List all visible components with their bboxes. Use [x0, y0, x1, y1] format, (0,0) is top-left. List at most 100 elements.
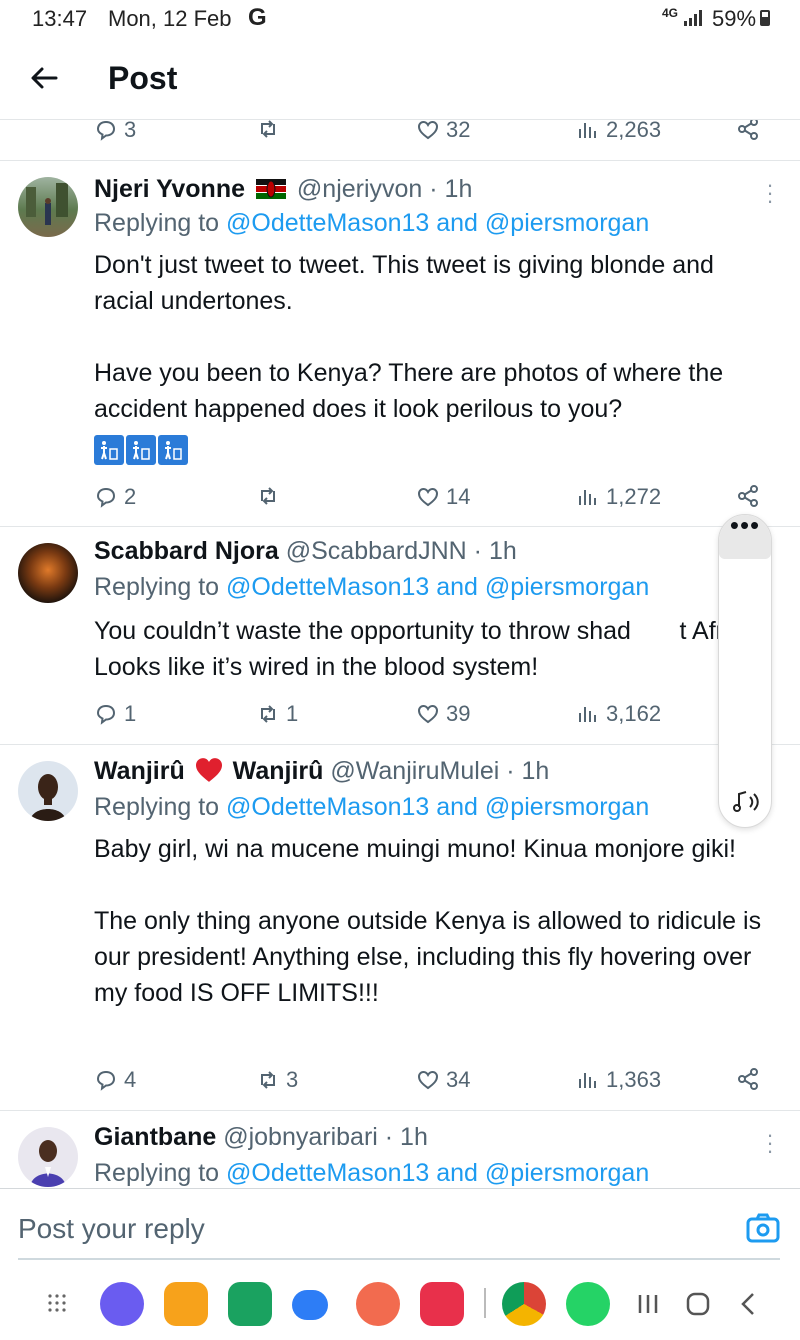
display-name-second[interactable]: Wanjirû [233, 757, 324, 785]
reply-count: 2 [124, 484, 137, 509]
reply-icon [96, 704, 116, 725]
avatar[interactable] [18, 761, 78, 821]
status-bar: 13:47 Mon, 12 Feb G 4G 59% [0, 0, 800, 40]
like-button[interactable]: 14 [416, 484, 470, 510]
reply-divider [18, 1258, 780, 1260]
share-icon [738, 1068, 758, 1090]
recents-icon[interactable] [636, 1292, 660, 1316]
views-button[interactable]: 2,263 [576, 120, 661, 143]
reply-icon [96, 120, 116, 141]
reply-prefix: Replying to [94, 573, 220, 601]
tweet-scabbard-njora[interactable]: Scabbard Njora @ScabbardJNN · 1h Replyin… [0, 526, 800, 744]
views-count: 1,272 [606, 484, 662, 509]
views-icon [579, 707, 596, 722]
replying-to: Replying to @OdetteMason13 and @piersmor… [94, 793, 649, 822]
like-button[interactable]: 39 [416, 701, 470, 727]
battery-icon [760, 10, 770, 26]
avatar[interactable] [18, 1127, 78, 1187]
screen-recorder-app-icon[interactable] [420, 1282, 464, 1326]
reply-mentions[interactable]: @OdetteMason13 and @piersmorgan [226, 1159, 649, 1187]
tweet-text: Don't just tweet to tweet. This tweet is… [94, 251, 724, 423]
more-icon[interactable]: · · · [760, 174, 780, 212]
repost-button[interactable] [256, 120, 280, 141]
reply-prefix: Replying to [94, 793, 220, 821]
status-date: Mon, 12 Feb [108, 6, 232, 31]
music-sound-icon[interactable] [729, 785, 763, 819]
repost-button[interactable]: 3 [256, 1067, 298, 1093]
share-button[interactable] [736, 120, 760, 141]
display-name[interactable]: Wanjirû [94, 757, 185, 785]
tweet-header: Njeri Yvonne @njeriyvon · 1h [94, 175, 472, 204]
share-icon [738, 485, 758, 507]
phone-app-icon[interactable] [228, 1282, 272, 1326]
reply-count: 3 [124, 120, 137, 142]
parent-tweet-actions: 3 32 2,263 [0, 120, 800, 147]
views-count: 2,263 [606, 120, 662, 142]
share-button[interactable] [736, 484, 760, 508]
reply-input[interactable]: Post your reply [18, 1213, 205, 1245]
like-count: 39 [446, 701, 471, 726]
tweet-njeri-yvonne[interactable]: Njeri Yvonne @njeriyvon · 1h · · · Replyin… [0, 160, 800, 526]
views-button[interactable]: 1,363 [576, 1067, 661, 1093]
replies-feed[interactable]: 3 32 2,263 Njeri Yvonne @njeriyvon · 1h [0, 120, 800, 1188]
avatar[interactable] [18, 177, 78, 237]
contacts-app-icon[interactable] [356, 1282, 400, 1326]
views-icon [579, 123, 596, 138]
repost-button[interactable]: 1 [256, 701, 298, 727]
status-time: 13:47 [32, 6, 88, 31]
battery-percent: 59% [712, 6, 757, 31]
home-icon[interactable] [686, 1292, 710, 1316]
tweet-giantbane[interactable]: Giantbane @jobnyaribari · 1h · · · Replyin… [0, 1110, 800, 1188]
app-drawer-icon[interactable] [48, 1294, 66, 1312]
camera-icon[interactable] [746, 1213, 780, 1243]
tweet-text: Baby girl, wi na mucene muingi muno! Kin… [94, 835, 762, 1007]
views-button[interactable]: 1,272 [576, 484, 661, 510]
display-name[interactable]: Scabbard Njora [94, 537, 279, 565]
chrome-app-icon[interactable] [502, 1282, 546, 1326]
trash-emoji-icon [158, 435, 188, 465]
back-button[interactable] [24, 58, 64, 98]
reply-mentions[interactable]: @OdetteMason13 and @piersmorgan [226, 573, 649, 601]
back-nav-icon[interactable] [738, 1292, 758, 1316]
views-button[interactable]: 3,162 [576, 701, 661, 727]
system-nav-bar [0, 1268, 800, 1340]
tweet-wanjiru[interactable]: Wanjirû Wanjirû @WanjiruMulei · 1h Reply… [0, 744, 800, 1110]
share-icon [738, 120, 758, 140]
whatsapp-app-icon[interactable] [566, 1282, 610, 1326]
reply-button[interactable]: 1 [94, 701, 136, 727]
internet-app-icon[interactable] [100, 1282, 144, 1326]
page-title: Post [108, 60, 178, 96]
repost-count: 3 [286, 1067, 299, 1092]
views-icon [579, 490, 596, 505]
tweet-header: Wanjirû Wanjirû @WanjiruMulei · 1h [94, 757, 549, 786]
reply-mentions[interactable]: @OdetteMason13 and @piersmorgan [226, 209, 649, 237]
share-button[interactable] [736, 1067, 760, 1091]
reply-prefix: Replying to [94, 209, 220, 237]
handle-time[interactable]: @jobnyaribari · 1h [223, 1123, 428, 1151]
like-button[interactable]: 32 [416, 120, 470, 143]
files-app-icon[interactable] [164, 1282, 208, 1326]
floating-panel[interactable]: ••• [718, 512, 772, 828]
reply-bar[interactable]: Post your reply [0, 1188, 800, 1262]
handle-time[interactable]: @njeriyvon · 1h [297, 175, 472, 203]
more-icon[interactable]: · · · [760, 1124, 780, 1162]
trash-emoji-icon [94, 435, 124, 465]
reply-button[interactable]: 4 [94, 1067, 136, 1093]
like-button[interactable]: 34 [416, 1067, 470, 1093]
like-count: 32 [446, 120, 471, 142]
display-name[interactable]: Njeri Yvonne [94, 175, 245, 203]
reply-button[interactable]: 3 [94, 120, 136, 143]
reply-mentions[interactable]: @OdetteMason13 and @piersmorgan [226, 793, 649, 821]
tweet-text: You couldn’t waste the opportunity to th… [94, 617, 763, 681]
handle-time[interactable]: @WanjiruMulei · 1h [330, 757, 549, 785]
display-name[interactable]: Giantbane [94, 1123, 216, 1151]
handle-time[interactable]: @ScabbardJNN · 1h [286, 537, 517, 565]
repost-button[interactable] [256, 484, 280, 508]
reply-button[interactable]: 2 [94, 484, 136, 510]
avatar[interactable] [18, 543, 78, 603]
panel-more-icon[interactable]: ••• [719, 512, 771, 559]
google-icon: G [248, 4, 267, 31]
trash-emoji-icon [126, 435, 156, 465]
like-icon [417, 704, 439, 724]
messages-app-icon[interactable] [292, 1290, 328, 1320]
